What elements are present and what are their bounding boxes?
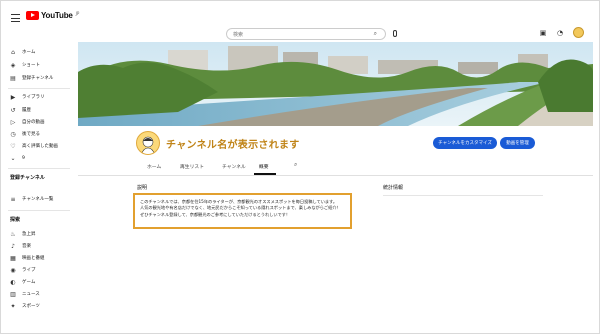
mic-icon[interactable] [393,30,397,37]
history-icon: ↺ [10,106,16,114]
search-placeholder: 検索 [233,31,244,38]
stats-label: 統計情報 [383,185,404,191]
sidebar-item-trending[interactable]: ♨ 急上昇 [10,229,36,239]
create-video-icon[interactable]: ▣ [539,29,547,37]
stats-divider [383,195,543,196]
liked-icon: ♡ [10,142,16,150]
sidebar-item-shorts[interactable]: ◈ ショート [10,60,40,70]
sidebar-item-label: ホーム [22,50,36,55]
channel-banner [78,42,593,126]
sidebar-item-label: 急上昇 [22,232,36,237]
music-icon: ♪ [11,242,15,250]
explore-heading: 探索 [10,217,21,223]
home-icon: ⌂ [11,48,15,56]
sidebar-item-live[interactable]: ◉ ライブ [10,265,36,275]
shorts-icon: ◈ [10,61,16,69]
news-icon: ▥ [10,290,16,298]
description-label: 説明 [137,185,148,191]
sidebar-item-label: ライブ [22,268,36,273]
search-icon[interactable]: ⌕ [294,161,297,169]
sidebar-item-label: 9 [22,155,25,161]
banner-image [78,42,593,126]
search-icon[interactable]: ⌕ [374,30,377,38]
sidebar-item-movies[interactable]: ▦ 映画と番組 [10,253,45,263]
sidebar-item-liked[interactable]: ♡ 高く評価した動画 [10,141,58,151]
sidebar-item-label: スポーツ [22,304,40,309]
tab-channels[interactable]: チャンネル [222,163,246,170]
sidebar-divider [8,210,70,211]
tab-about[interactable]: 概要 [259,163,269,170]
sidebar-item-label: 登録チャンネル [22,76,54,81]
tabs-divider [78,175,593,176]
sidebar-item-label: ゲーム [22,280,36,285]
sidebar-item-label: 履歴 [22,108,31,113]
list-icon: ≡ [10,195,16,203]
live-icon: ◉ [10,266,16,274]
sidebar-item-my-videos[interactable]: ▷ 自分の動画 [10,117,45,127]
movies-icon: ▦ [10,254,16,262]
tab-playlists[interactable]: 再生リスト [180,163,204,170]
channel-name: チャンネル名が表示されます [166,140,300,151]
sidebar-item-label: 自分の動画 [22,120,45,125]
sidebar-item-label: ショート [22,63,40,68]
avatar[interactable] [573,27,584,38]
sidebar-item-label: チャンネル一覧 [22,197,54,202]
sidebar-item-news[interactable]: ▥ ニュース [10,289,40,299]
channel-description: このチャンネルでは、京都在住15年のライターが、京都観光のオススメスポットを毎日… [133,193,352,229]
watch-later-icon: ◷ [10,130,16,138]
gaming-icon: ◐ [10,278,16,286]
logo-text: YouTube [41,11,73,20]
sidebar-item-sports[interactable]: ✦ スポーツ [10,301,40,311]
sports-icon: ✦ [10,302,16,310]
sidebar-item-label: ニュース [22,292,40,297]
logo-region: JP [75,11,80,16]
menu-icon[interactable] [11,14,20,22]
sidebar-item-channel-list[interactable]: ≡ チャンネル一覧 [10,194,53,204]
sidebar-item-music[interactable]: ♪ 音楽 [10,241,31,251]
sidebar-divider [8,168,70,169]
sidebar-item-history[interactable]: ↺ 履歴 [10,105,31,115]
sidebar-item-gaming[interactable]: ◐ ゲーム [10,277,35,287]
search-input[interactable]: 検索 ⌕ [226,28,386,40]
top-icons: ▣ ◔ [539,27,584,38]
sidebar-item-label: 後で見る [22,132,40,137]
my-videos-icon: ▷ [10,118,16,126]
sidebar-item-home[interactable]: ⌂ ホーム [10,47,35,57]
youtube-logo[interactable]: YouTube JP [26,11,79,20]
sidebar-item-show-more[interactable]: ⌄ 9 [10,153,25,163]
description-line: ぜひチャンネル登録して、京都観光のご参考にしていただけるとうれしいです！ [140,211,291,217]
subscriptions-heading: 登録チャンネル [10,175,45,181]
sidebar-item-library[interactable]: ▶ ライブラリ [10,92,45,102]
sidebar-divider [8,88,70,89]
sidebar: ⌂ ホーム ◈ ショート ▤ 登録チャンネル ▶ ライブラリ ↺ 履歴 ▷ 自分… [0,40,75,334]
sidebar-item-label: 音楽 [22,244,31,249]
tab-home[interactable]: ホーム [147,163,161,170]
manage-videos-button[interactable]: 動画を管理 [500,137,535,149]
sidebar-item-label: 高く評価した動画 [22,144,58,149]
sidebar-item-watch-later[interactable]: ◷ 後で見る [10,129,40,139]
trending-icon: ♨ [10,230,16,238]
notifications-icon[interactable]: ◔ [556,29,564,37]
customize-channel-button[interactable]: チャンネルをカスタマイズ [433,137,497,149]
channel-avatar[interactable] [136,131,160,155]
sidebar-item-label: 映画と番組 [22,256,45,261]
library-icon: ▶ [10,93,16,101]
sidebar-item-label: ライブラリ [22,95,45,100]
subscriptions-icon: ▤ [10,74,16,82]
sidebar-item-subscriptions[interactable]: ▤ 登録チャンネル [10,73,53,83]
chevron-down-icon: ⌄ [10,154,16,162]
description-line: 人気の観光地や有名店だけでなく、地元民だからこそ知っている隠れスポットまで、楽し… [140,205,341,211]
youtube-logo-icon [26,11,39,20]
